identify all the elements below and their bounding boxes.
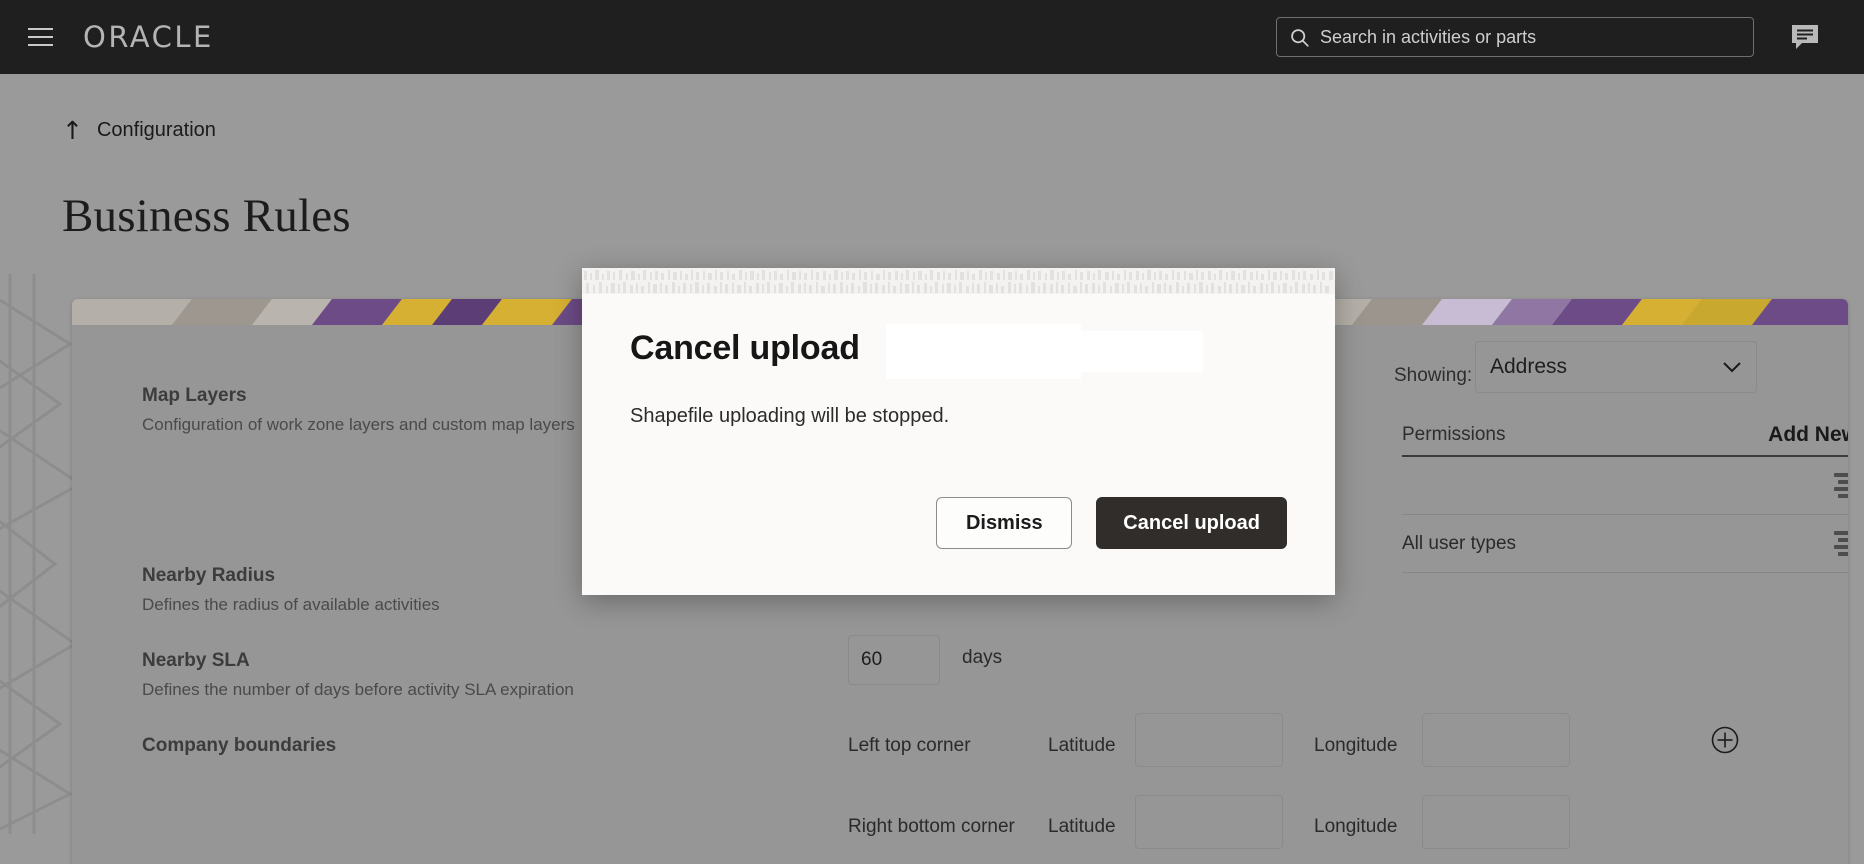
hamburger-menu-icon[interactable] <box>22 19 58 55</box>
list-menu-line <box>1838 480 1848 484</box>
list-menu-icon[interactable] <box>1834 473 1848 498</box>
row-desc-nearby-radius: Defines the radius of available activiti… <box>142 595 440 614</box>
dismiss-button[interactable]: Dismiss <box>936 497 1073 549</box>
row-desc-nearby-sla: Defines the number of days before activi… <box>142 680 574 699</box>
chat-bubble-icon[interactable] <box>1788 20 1822 54</box>
list-menu-icon[interactable] <box>1834 531 1848 556</box>
row-desc-map-layers: Configuration of work zone layers and cu… <box>142 415 575 434</box>
page-title: Business Rules <box>62 190 351 242</box>
showing-selected-value: Address <box>1490 355 1568 378</box>
longitude-label-top: Longitude <box>1314 735 1398 756</box>
hamburger-line <box>27 36 53 38</box>
latitude-top-input[interactable] <box>1135 713 1283 767</box>
nearby-sla-input[interactable] <box>848 635 940 685</box>
list-menu-line <box>1834 473 1848 477</box>
search-icon <box>1291 28 1309 47</box>
top-navigation-bar: ORACLE <box>0 0 1864 74</box>
chevron-down-icon <box>1723 362 1741 373</box>
search-box[interactable] <box>1276 17 1754 57</box>
showing-label: Showing: <box>1394 365 1473 386</box>
list-menu-line <box>1834 487 1848 491</box>
oracle-logo: ORACLE <box>83 20 214 54</box>
permission-row-label: All user types <box>1402 532 1517 554</box>
longitude-bottom-input[interactable] <box>1422 795 1570 849</box>
latitude-label-top: Latitude <box>1048 735 1116 756</box>
dialog-actions: Dismiss Cancel upload <box>936 497 1287 549</box>
dialog-message: Shapefile uploading will be stopped. <box>630 405 950 427</box>
row-label-company-boundaries: Company boundaries <box>142 735 337 756</box>
back-arrow-icon: ↑ <box>62 116 83 145</box>
longitude-top-input[interactable] <box>1422 713 1570 767</box>
hamburger-line <box>27 28 53 30</box>
list-menu-line <box>1838 538 1848 542</box>
plus-circle-icon[interactable] <box>1710 725 1740 755</box>
table-row[interactable]: All user types <box>1402 515 1848 573</box>
search-input[interactable] <box>1320 26 1741 48</box>
row-label-nearby-sla: Nearby SLA <box>142 650 250 671</box>
permissions-header: Permissions Add New <box>1402 423 1848 447</box>
permissions-column-header: Permissions <box>1402 424 1506 445</box>
nearby-sla-unit: days <box>962 647 1003 668</box>
row-label-nearby-radius: Nearby Radius <box>142 565 276 586</box>
left-top-corner-label: Left top corner <box>848 735 971 756</box>
latitude-bottom-input[interactable] <box>1135 795 1283 849</box>
list-menu-line <box>1834 545 1848 549</box>
breadcrumb[interactable]: ↑ Configuration <box>62 118 216 143</box>
list-menu-line <box>1834 531 1848 535</box>
hamburger-line <box>27 44 53 46</box>
showing-dropdown[interactable]: Address <box>1475 341 1757 393</box>
longitude-label-bottom: Longitude <box>1314 816 1398 837</box>
add-new-button[interactable]: Add New <box>1768 423 1848 447</box>
table-row[interactable] <box>1402 457 1848 515</box>
list-menu-line <box>1838 494 1848 498</box>
dialog-top-texture <box>582 268 1335 298</box>
cancel-upload-dialog: Cancel upload Shapefile uploading will b… <box>582 268 1335 595</box>
latitude-label-bottom: Latitude <box>1048 816 1116 837</box>
dialog-title: Cancel upload <box>630 329 860 367</box>
breadcrumb-label[interactable]: Configuration <box>97 119 216 142</box>
cancel-upload-button[interactable]: Cancel upload <box>1096 497 1287 549</box>
right-bottom-corner-label: Right bottom corner <box>848 816 1015 837</box>
list-menu-line <box>1838 552 1848 556</box>
row-label-map-layers: Map Layers <box>142 385 247 406</box>
